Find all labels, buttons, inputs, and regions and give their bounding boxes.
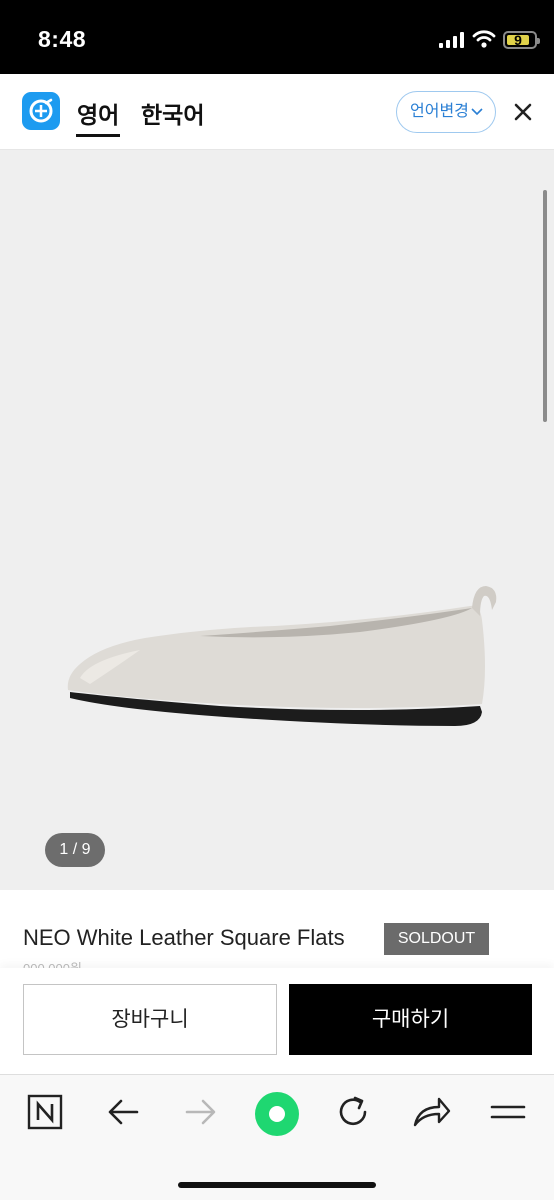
- battery-icon: 9: [503, 31, 540, 49]
- change-language-label: 언어변경: [410, 103, 469, 120]
- home-indicator[interactable]: [178, 1182, 376, 1188]
- status-time: 8:48: [38, 26, 87, 52]
- status-bar: 8:48 9: [0, 0, 554, 74]
- green-dot-icon[interactable]: [254, 1091, 300, 1137]
- battery-level: 9: [514, 32, 522, 48]
- image-scrollbar[interactable]: [543, 190, 547, 422]
- add-to-cart-button[interactable]: 장바구니: [23, 984, 277, 1055]
- product-title: NEO White Leather Square Flats: [23, 925, 345, 950]
- purchase-action-bar: 장바구니 구매하기: [0, 968, 554, 1074]
- chevron-down-icon: [471, 108, 483, 116]
- status-badge: SOLDOUT: [384, 923, 489, 955]
- share-icon[interactable]: [411, 1093, 451, 1131]
- language-header: 영어 한국어 언어변경: [0, 74, 554, 150]
- product-image-carousel[interactable]: 1 / 9: [0, 150, 554, 890]
- back-arrow-icon[interactable]: [105, 1093, 143, 1131]
- naver-n-icon[interactable]: [26, 1093, 64, 1131]
- tab-english[interactable]: 영어: [77, 96, 119, 130]
- image-counter: 1 / 9: [45, 833, 105, 867]
- cellular-signal-icon: [439, 32, 464, 48]
- forward-arrow-icon[interactable]: [181, 1093, 219, 1131]
- active-tab-indicator: [76, 134, 120, 137]
- browser-toolbar: [0, 1074, 554, 1200]
- wifi-icon: [472, 30, 496, 48]
- reload-icon[interactable]: [334, 1093, 372, 1131]
- change-language-button[interactable]: 언어변경: [396, 91, 496, 133]
- tab-korean[interactable]: 한국어: [141, 96, 204, 130]
- menu-icon[interactable]: [489, 1093, 527, 1131]
- buy-now-button[interactable]: 구매하기: [289, 984, 532, 1055]
- product-shoe-image: [67, 586, 497, 726]
- app-logo-icon: [22, 92, 60, 130]
- close-icon[interactable]: [512, 101, 534, 123]
